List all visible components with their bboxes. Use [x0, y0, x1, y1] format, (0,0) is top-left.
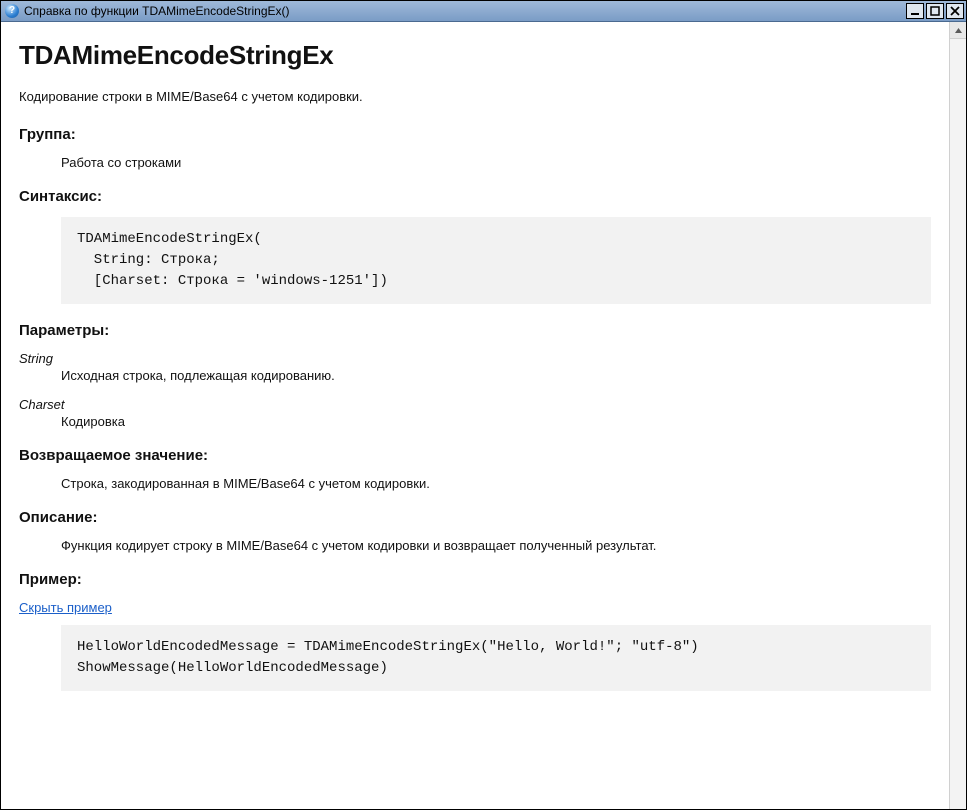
- section-syntax-label: Синтаксис:: [19, 188, 931, 205]
- param-desc: Исходная строка, подлежащая кодированию.: [61, 368, 931, 383]
- syntax-code-block: TDAMimeEncodeStringEx( String: Строка; […: [61, 217, 931, 304]
- maximize-button[interactable]: [926, 3, 944, 19]
- page-title: TDAMimeEncodeStringEx: [19, 40, 931, 71]
- close-icon: [950, 6, 960, 16]
- param-name: String: [19, 351, 931, 366]
- help-window: ? Справка по функции TDAMimeEncodeString…: [0, 0, 967, 810]
- document-content: TDAMimeEncodeStringEx Кодирование строки…: [1, 22, 949, 809]
- intro-text: Кодирование строки в MIME/Base64 с учето…: [19, 89, 931, 104]
- section-return-label: Возвращаемое значение:: [19, 447, 931, 464]
- close-button[interactable]: [946, 3, 964, 19]
- group-value: Работа со строками: [61, 155, 931, 170]
- param-desc: Кодировка: [61, 414, 931, 429]
- scroll-track[interactable]: [950, 39, 966, 809]
- scroll-up-button[interactable]: [950, 22, 966, 39]
- description-text: Функция кодирует строку в MIME/Base64 с …: [61, 538, 931, 553]
- titlebar: ? Справка по функции TDAMimeEncodeString…: [1, 1, 966, 22]
- example-code-block: HelloWorldEncodedMessage = TDAMimeEncode…: [61, 625, 931, 691]
- minimize-icon: [910, 6, 920, 16]
- client-area: TDAMimeEncodeStringEx Кодирование строки…: [1, 22, 966, 809]
- help-icon: ?: [5, 4, 19, 18]
- section-desc-label: Описание:: [19, 509, 931, 526]
- hide-example-link[interactable]: Скрыть пример: [19, 600, 112, 615]
- minimize-button[interactable]: [906, 3, 924, 19]
- window-title: Справка по функции TDAMimeEncodeStringEx…: [24, 4, 906, 18]
- section-group-label: Группа:: [19, 126, 931, 143]
- section-example-label: Пример:: [19, 571, 931, 588]
- window-controls: [906, 3, 964, 19]
- maximize-icon: [930, 6, 940, 16]
- vertical-scrollbar[interactable]: [949, 22, 966, 809]
- param-item: String Исходная строка, подлежащая кодир…: [19, 351, 931, 383]
- return-value: Строка, закодированная в MIME/Base64 с у…: [61, 476, 931, 491]
- chevron-up-icon: [954, 26, 963, 35]
- param-name: Charset: [19, 397, 931, 412]
- section-params-label: Параметры:: [19, 322, 931, 339]
- param-item: Charset Кодировка: [19, 397, 931, 429]
